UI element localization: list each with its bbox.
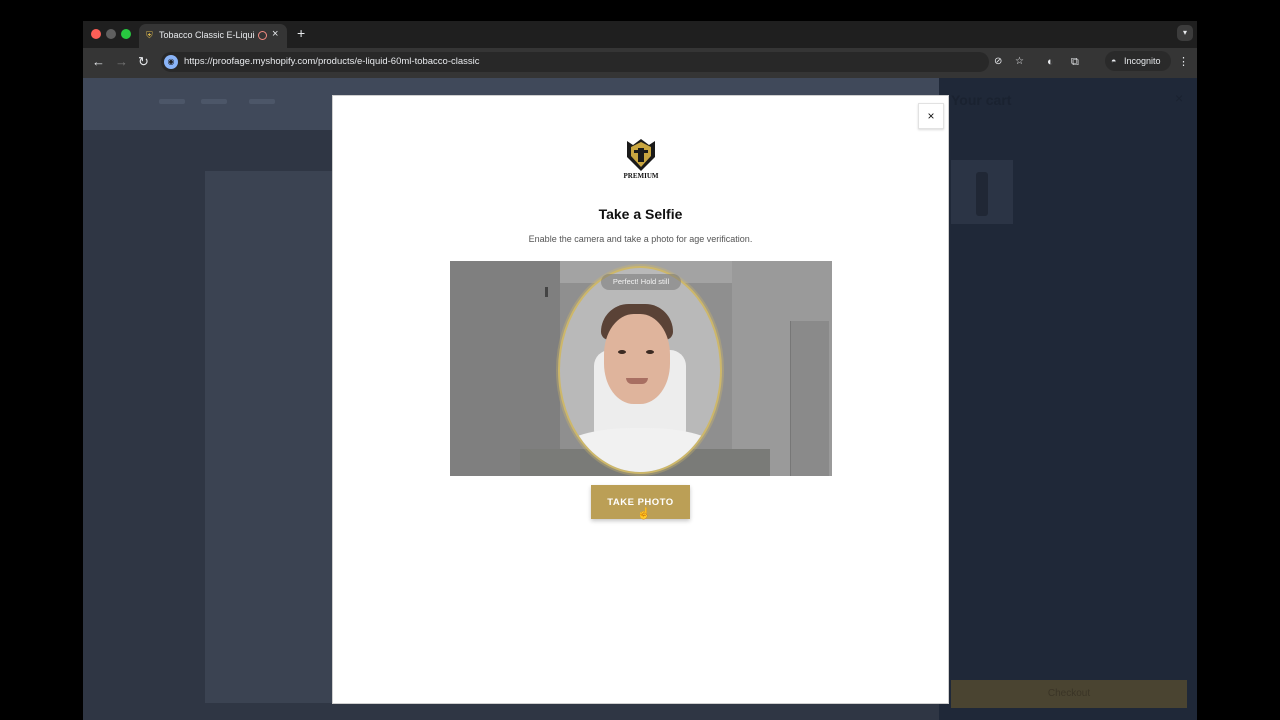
camera-background [790, 321, 829, 476]
close-window-button[interactable] [91, 29, 101, 39]
checkout-button[interactable]: Checkout [951, 680, 1187, 708]
nav-link [249, 99, 275, 104]
person-face [604, 314, 670, 404]
person-shirt [560, 428, 720, 472]
checkout-label: Checkout [1047, 688, 1091, 699]
hand-cursor-icon: ☝ [637, 508, 651, 520]
camera-background [545, 287, 548, 297]
puzzle-icon[interactable]: ⧉ [1071, 54, 1079, 70]
camera-status-badge: Perfect! Hold still [601, 274, 681, 290]
product-image [205, 171, 335, 703]
chevron-down-icon[interactable]: ▾ [1177, 25, 1193, 41]
camera-preview: Perfect! Hold still [450, 261, 832, 476]
active-tab[interactable]: ⛨ Tobacco Classic E-Liquid × [139, 24, 287, 48]
maximize-window-button[interactable] [121, 29, 131, 39]
extension-icon[interactable]: ◐ [1047, 54, 1054, 70]
person-eye [646, 350, 654, 354]
recording-icon [258, 31, 267, 40]
cart-close-button[interactable]: × [1175, 90, 1183, 106]
face-guide-oval [558, 266, 722, 474]
shield-icon: ⛨ [146, 30, 153, 40]
nav-link [201, 99, 227, 104]
modal-subtitle: Enable the camera and take a photo for a… [528, 234, 753, 244]
more-vert-icon[interactable]: ⋮ [1178, 55, 1189, 69]
cart-title: Your cart [951, 92, 1012, 108]
modal-title: Take a Selfie [598, 206, 683, 222]
brand-logo: PREMIUM [621, 139, 661, 185]
minimize-window-button[interactable] [106, 29, 116, 39]
reload-icon[interactable]: ↻ [138, 54, 149, 70]
tab-strip: ⛨ Tobacco Classic E-Liquid × + ▾ [83, 21, 1197, 48]
nav-link [159, 99, 185, 104]
url-text[interactable]: https://proofage.myshopify.com/products/… [184, 56, 480, 67]
bottle-icon [976, 172, 988, 216]
back-arrow-icon[interactable]: ← [92, 54, 105, 70]
selfie-modal: × PREMIUM Take a Selfie Enable the camer… [332, 95, 949, 704]
browser-toolbar: ← → ↻ ◉ https://proofage.myshopify.com/p… [83, 48, 1197, 78]
tab-title: Tobacco Classic E-Liquid [159, 30, 255, 40]
address-bar[interactable]: ◉ https://proofage.myshopify.com/product… [161, 52, 1024, 72]
camera-background [450, 261, 560, 476]
incognito-badge[interactable]: ◓ Incognito [1105, 51, 1171, 71]
forward-arrow-icon[interactable]: → [115, 54, 128, 70]
shield-logo-icon [627, 139, 655, 171]
incognito-label: Incognito [1124, 56, 1161, 66]
incognito-icon: ◓ [1111, 56, 1117, 66]
tab-close-button[interactable]: × [272, 28, 278, 40]
eye-off-icon[interactable]: ⊘ [994, 55, 1002, 69]
star-icon[interactable]: ☆ [1015, 55, 1024, 69]
site-info-icon[interactable]: ◉ [164, 55, 178, 69]
cart-drawer: Your cart × Checkout [939, 78, 1197, 720]
new-tab-button[interactable]: + [297, 26, 305, 40]
person-eye [618, 350, 626, 354]
modal-close-button[interactable]: × [918, 103, 944, 129]
person-mouth [626, 378, 648, 384]
logo-text: PREMIUM [623, 172, 659, 180]
